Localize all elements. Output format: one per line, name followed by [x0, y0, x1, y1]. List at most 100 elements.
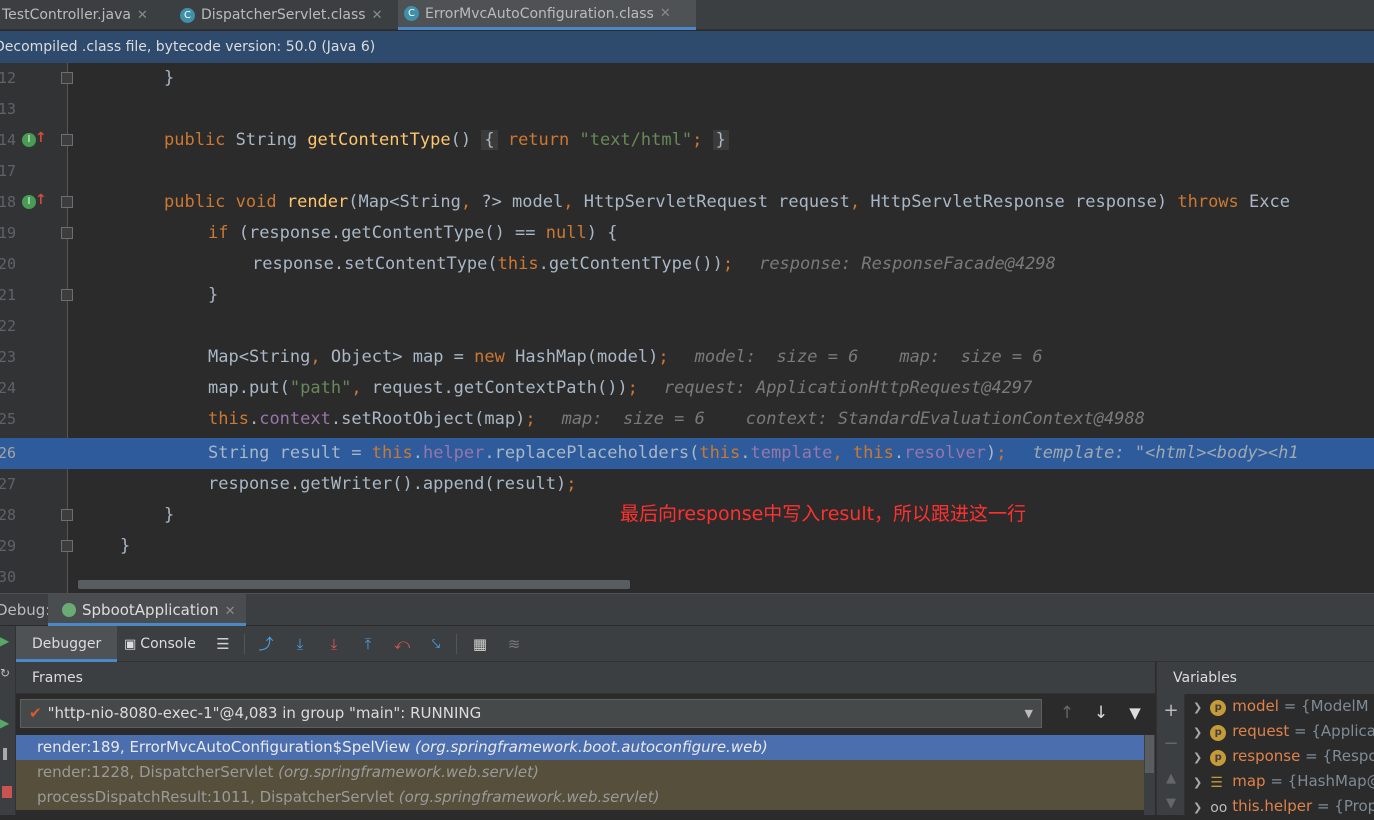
step-out-icon[interactable]: ⤒	[358, 634, 378, 654]
arrow-down-icon[interactable]: ↓	[1090, 702, 1112, 724]
override-marker-icon[interactable]: I	[22, 133, 36, 147]
evaluate-expression-icon[interactable]: ▦	[470, 634, 490, 654]
toolbar-separator	[456, 634, 457, 654]
tab-testcontroller[interactable]: TestController.java ✕	[0, 0, 168, 30]
frame-row[interactable]: processDispatchResult:1011, DispatcherSe…	[16, 785, 1144, 810]
line-number: 13	[0, 100, 17, 118]
tab-console[interactable]: ▣ Console	[124, 626, 196, 662]
fold-icon[interactable]	[61, 509, 73, 521]
expand-arrow-icon[interactable]: ❯	[1193, 726, 1202, 739]
line-number: 12	[0, 69, 17, 87]
filter-icon[interactable]: ▼	[1124, 702, 1146, 724]
variable-row[interactable]: ❯ p request = {Applica	[1193, 719, 1374, 744]
inline-hint: response: ResponseFacade@4298	[759, 254, 1056, 274]
layout-menu-icon[interactable]: ☰	[213, 634, 233, 654]
frames-scrollbar[interactable]	[1144, 735, 1155, 815]
code-line: 23 Map<String, Object> map = new HashMap…	[0, 342, 1374, 373]
code-text: public void render(Map<String, ?> model,…	[164, 192, 1290, 212]
code-editor[interactable]: 12 } 13 14 I ↑ public String getContentT…	[0, 63, 1374, 593]
debug-session-tab[interactable]: SpbootApplication ✕	[48, 594, 246, 626]
step-into-icon[interactable]: ⤓	[324, 634, 344, 654]
tab-label: DispatcherServlet.class	[201, 7, 366, 23]
variable-name: response	[1232, 747, 1301, 765]
resume-icon[interactable]: ▶	[0, 634, 9, 648]
horizontal-scrollbar[interactable]	[78, 580, 630, 589]
tab-dispatcherservlet[interactable]: C DispatcherServlet.class ✕	[174, 0, 396, 30]
move-down-icon[interactable]: ▼	[1161, 794, 1181, 814]
variable-value: = {Applica	[1294, 722, 1374, 740]
stop-icon[interactable]	[2, 786, 12, 798]
line-number: 22	[0, 317, 17, 335]
line-number: 29	[0, 537, 17, 555]
inline-hint: template: "<html><body><h1	[1032, 443, 1299, 463]
drop-frame-icon[interactable]: ⤺	[392, 634, 412, 654]
variable-row[interactable]: ❯ p model = {ModelM	[1193, 694, 1369, 719]
code-line: 13	[0, 94, 1374, 125]
spring-boot-icon	[62, 603, 76, 617]
class-file-icon: C	[180, 7, 195, 23]
override-marker-icon[interactable]: I	[22, 195, 36, 209]
variable-value: = {HashMap@	[1270, 772, 1374, 790]
scrollbar-thumb[interactable]	[1145, 735, 1154, 773]
chevron-down-icon[interactable]: ▼	[1025, 700, 1033, 727]
frame-method: render:189, ErrorMvcAutoConfiguration$Sp…	[37, 738, 411, 756]
expand-arrow-icon[interactable]: ❯	[1193, 776, 1202, 789]
code-line: 29 }	[0, 531, 1374, 562]
close-icon[interactable]: ✕	[225, 604, 236, 619]
variable-row[interactable]: ❯ ☰ map = {HashMap@	[1193, 769, 1374, 794]
rerun-icon[interactable]: ↻	[0, 666, 10, 680]
session-label: SpbootApplication	[82, 601, 219, 619]
expand-arrow-icon[interactable]: ❯	[1193, 801, 1202, 814]
variable-row[interactable]: ❯ p response = {Respo	[1193, 744, 1374, 769]
line-number: 14	[0, 131, 17, 149]
banner-text: Decompiled .class file, bytecode version…	[0, 39, 376, 55]
fold-icon[interactable]	[61, 72, 73, 84]
trace-current-stream-icon[interactable]: ≋	[504, 634, 524, 654]
thread-selector[interactable]: ✔ "http-nio-8080-exec-1"@4,083 in group "…	[20, 699, 1042, 728]
code-text: if (response.getContentType() == null) {	[208, 223, 618, 243]
code-line: 17	[0, 156, 1374, 187]
remove-watch-icon[interactable]: −	[1161, 734, 1181, 754]
fold-icon[interactable]	[61, 134, 73, 146]
expand-arrow-icon[interactable]: ❯	[1193, 751, 1202, 764]
fold-icon[interactable]	[61, 196, 73, 208]
variable-name: this.helper	[1232, 797, 1313, 815]
line-number: 19	[0, 224, 17, 242]
close-icon[interactable]: ✕	[372, 8, 383, 23]
thread-label: "http-nio-8080-exec-1"@4,083 in group "m…	[47, 704, 482, 722]
code-text: String result = this.helper.replacePlace…	[208, 443, 1299, 463]
frame-method: render:1228, DispatcherServlet	[37, 763, 274, 781]
step-over-icon[interactable]: ⤓	[290, 634, 310, 654]
tab-debugger[interactable]: Debugger	[16, 626, 118, 662]
frame-row[interactable]: render:1228, DispatcherServlet (org.spri…	[16, 760, 1144, 785]
fold-icon[interactable]	[61, 289, 73, 301]
frame-package: (org.springframework.web.servlet)	[398, 788, 660, 806]
implements-arrow-icon[interactable]: ↑	[35, 192, 47, 208]
line-number: 23	[0, 348, 17, 366]
run-to-cursor-icon[interactable]: ⤥	[426, 634, 446, 654]
frame-row[interactable]: render:189, ErrorMvcAutoConfiguration$Sp…	[16, 735, 1144, 760]
show-execution-point-icon[interactable]: ⤴	[256, 634, 276, 654]
expand-arrow-icon[interactable]: ❯	[1193, 701, 1202, 714]
code-text: }	[120, 536, 131, 556]
editor-tab-bar: TestController.java ✕ C DispatcherServle…	[0, 0, 1374, 30]
code-line: 12 }	[0, 63, 1374, 94]
variable-row[interactable]: ❯ oo this.helper = {Prop	[1193, 794, 1374, 819]
watch-glasses-icon: oo	[1210, 800, 1228, 816]
variable-name: model	[1232, 697, 1279, 715]
arrow-up-icon[interactable]: ↑	[1056, 702, 1078, 724]
fold-icon[interactable]	[61, 227, 73, 239]
code-line: 18 I ↑ public void render(Map<String, ?>…	[0, 187, 1374, 218]
pause-icon[interactable]: ❚	[0, 746, 10, 760]
frames-panel-header: Frames	[16, 662, 1155, 694]
code-text: }	[208, 285, 219, 305]
close-icon[interactable]: ✕	[660, 6, 671, 21]
tab-errormvcautoconfiguration[interactable]: C ErrorMvcAutoConfiguration.class ✕	[398, 0, 696, 30]
add-watch-icon[interactable]: +	[1161, 701, 1181, 721]
move-up-icon[interactable]: ▲	[1161, 769, 1181, 789]
debugger-tab-label: Debugger	[32, 636, 102, 652]
close-icon[interactable]: ✕	[137, 8, 148, 23]
implements-arrow-icon[interactable]: ↑	[35, 130, 47, 146]
fold-icon[interactable]	[61, 540, 73, 552]
run-icon[interactable]: ▶	[0, 716, 9, 730]
